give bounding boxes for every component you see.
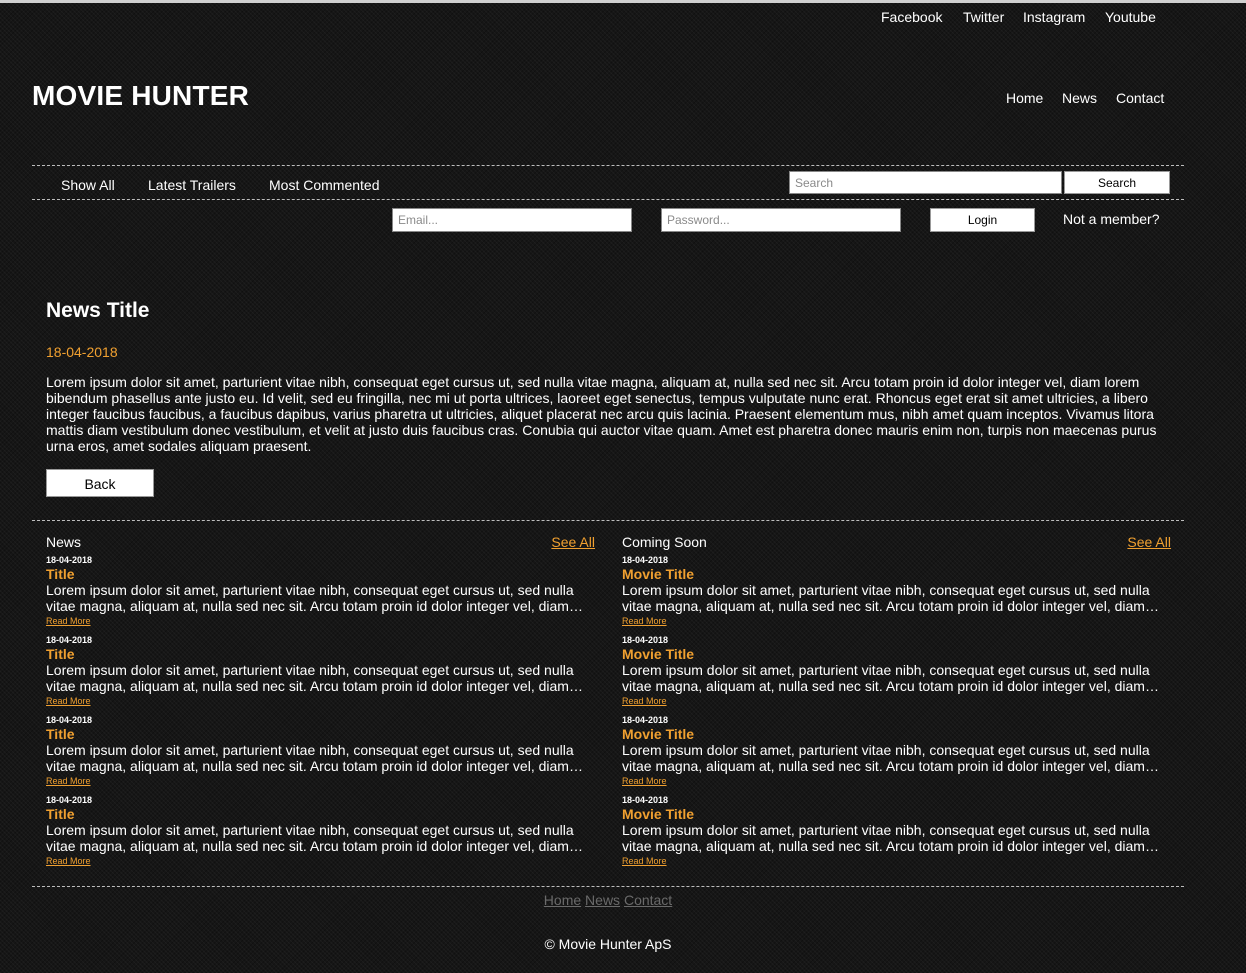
news-item: 18-04-2018 Title Lorem ipsum dolor sit a… (46, 632, 595, 712)
social-link-twitter[interactable]: Twitter (963, 9, 1004, 25)
news-item: 18-04-2018 Title Lorem ipsum dolor sit a… (46, 792, 595, 872)
movie-item-read-more[interactable]: Read More (622, 696, 667, 706)
news-item-excerpt: Lorem ipsum dolor sit amet, parturient v… (46, 582, 574, 614)
back-button[interactable]: Back (46, 469, 154, 497)
news-item-date: 18-04-2018 (46, 635, 93, 645)
article-title: News Title (46, 299, 150, 322)
password-field[interactable] (661, 208, 901, 232)
nav-contact[interactable]: Contact (1116, 90, 1164, 106)
movie-item-title[interactable]: Movie Title (622, 726, 694, 742)
movie-item: 18-04-2018 Movie Title Lorem ipsum dolor… (622, 792, 1171, 872)
footer-link-home[interactable]: Home (544, 892, 581, 908)
news-item-excerpt: Lorem ipsum dolor sit amet, parturient v… (46, 742, 574, 774)
movie-item-title[interactable]: Movie Title (622, 806, 694, 822)
movie-item: 18-04-2018 Movie Title Lorem ipsum dolor… (622, 632, 1171, 712)
movie-item-title[interactable]: Movie Title (622, 566, 694, 582)
category-most-commented[interactable]: Most Commented (269, 177, 379, 193)
news-item-excerpt: Lorem ipsum dolor sit amet, parturient v… (46, 822, 574, 854)
article-date: 18-04-2018 (46, 344, 118, 360)
movie-item-date: 18-04-2018 (622, 715, 669, 725)
category-bar-top-divider (32, 165, 1184, 166)
site-logo[interactable]: MOVIE HUNTER (32, 80, 249, 112)
news-item-date: 18-04-2018 (46, 795, 93, 805)
category-show-all[interactable]: Show All (61, 177, 115, 193)
movie-item: 18-04-2018 Movie Title Lorem ipsum dolor… (622, 712, 1171, 792)
news-item-title[interactable]: Title (46, 806, 75, 822)
window-top-border (0, 0, 1246, 3)
movie-item-read-more[interactable]: Read More (622, 776, 667, 786)
news-item-read-more[interactable]: Read More (46, 856, 91, 866)
news-item: 18-04-2018 Title Lorem ipsum dolor sit a… (46, 712, 595, 792)
social-link-instagram[interactable]: Instagram (1023, 9, 1085, 25)
news-item-title[interactable]: Title (46, 566, 75, 582)
content-divider (32, 520, 1184, 521)
nav-home[interactable]: Home (1006, 90, 1043, 106)
movie-item-excerpt: Lorem ipsum dolor sit amet, parturient v… (622, 822, 1150, 854)
news-item-read-more[interactable]: Read More (46, 776, 91, 786)
coming-soon-column-header: Coming Soon See All (622, 534, 1171, 552)
news-see-all-link[interactable]: See All (551, 534, 595, 550)
movie-item-date: 18-04-2018 (622, 555, 669, 565)
movie-item-excerpt: Lorem ipsum dolor sit amet, parturient v… (622, 662, 1150, 694)
news-item-date: 18-04-2018 (46, 555, 93, 565)
movie-item-excerpt: Lorem ipsum dolor sit amet, parturient v… (622, 742, 1150, 774)
news-item-read-more[interactable]: Read More (46, 696, 91, 706)
social-link-youtube[interactable]: Youtube (1105, 9, 1156, 25)
news-item-excerpt: Lorem ipsum dolor sit amet, parturient v… (46, 662, 574, 694)
signup-link[interactable]: Not a member? (1063, 211, 1159, 227)
nav-news[interactable]: News (1062, 90, 1097, 106)
coming-soon-see-all-link[interactable]: See All (1127, 534, 1171, 550)
footer-nav: Home News Contact (0, 892, 1216, 908)
news-heading: News (46, 534, 82, 550)
movie-item-excerpt: Lorem ipsum dolor sit amet, parturient v… (622, 582, 1150, 614)
news-column: News See All 18-04-2018 Title Lorem ipsu… (46, 534, 595, 872)
footer-divider (32, 886, 1184, 887)
news-item-title[interactable]: Title (46, 726, 75, 742)
footer-link-news[interactable]: News (585, 892, 620, 908)
coming-soon-heading: Coming Soon (622, 534, 707, 550)
movie-item-read-more[interactable]: Read More (622, 616, 667, 626)
copyright: © Movie Hunter ApS (544, 936, 672, 952)
movie-item-read-more[interactable]: Read More (622, 856, 667, 866)
category-latest-trailers[interactable]: Latest Trailers (148, 177, 236, 193)
search-input[interactable] (789, 171, 1062, 194)
news-column-header: News See All (46, 534, 595, 552)
movie-item-date: 18-04-2018 (622, 795, 669, 805)
news-item-title[interactable]: Title (46, 646, 75, 662)
news-item-read-more[interactable]: Read More (46, 616, 91, 626)
movie-item-date: 18-04-2018 (622, 635, 669, 645)
news-item-date: 18-04-2018 (46, 715, 93, 725)
footer-link-contact[interactable]: Contact (624, 892, 672, 908)
movie-item-title[interactable]: Movie Title (622, 646, 694, 662)
social-link-facebook[interactable]: Facebook (881, 9, 942, 25)
email-field[interactable] (392, 208, 632, 232)
login-button[interactable]: Login (930, 208, 1035, 232)
coming-soon-column: Coming Soon See All 18-04-2018 Movie Tit… (622, 534, 1171, 872)
category-bar-bottom-divider (32, 199, 1184, 200)
news-item: 18-04-2018 Title Lorem ipsum dolor sit a… (46, 552, 595, 632)
search-button[interactable]: Search (1064, 171, 1170, 194)
movie-item: 18-04-2018 Movie Title Lorem ipsum dolor… (622, 552, 1171, 632)
article-body: Lorem ipsum dolor sit amet, parturient v… (46, 374, 1157, 454)
